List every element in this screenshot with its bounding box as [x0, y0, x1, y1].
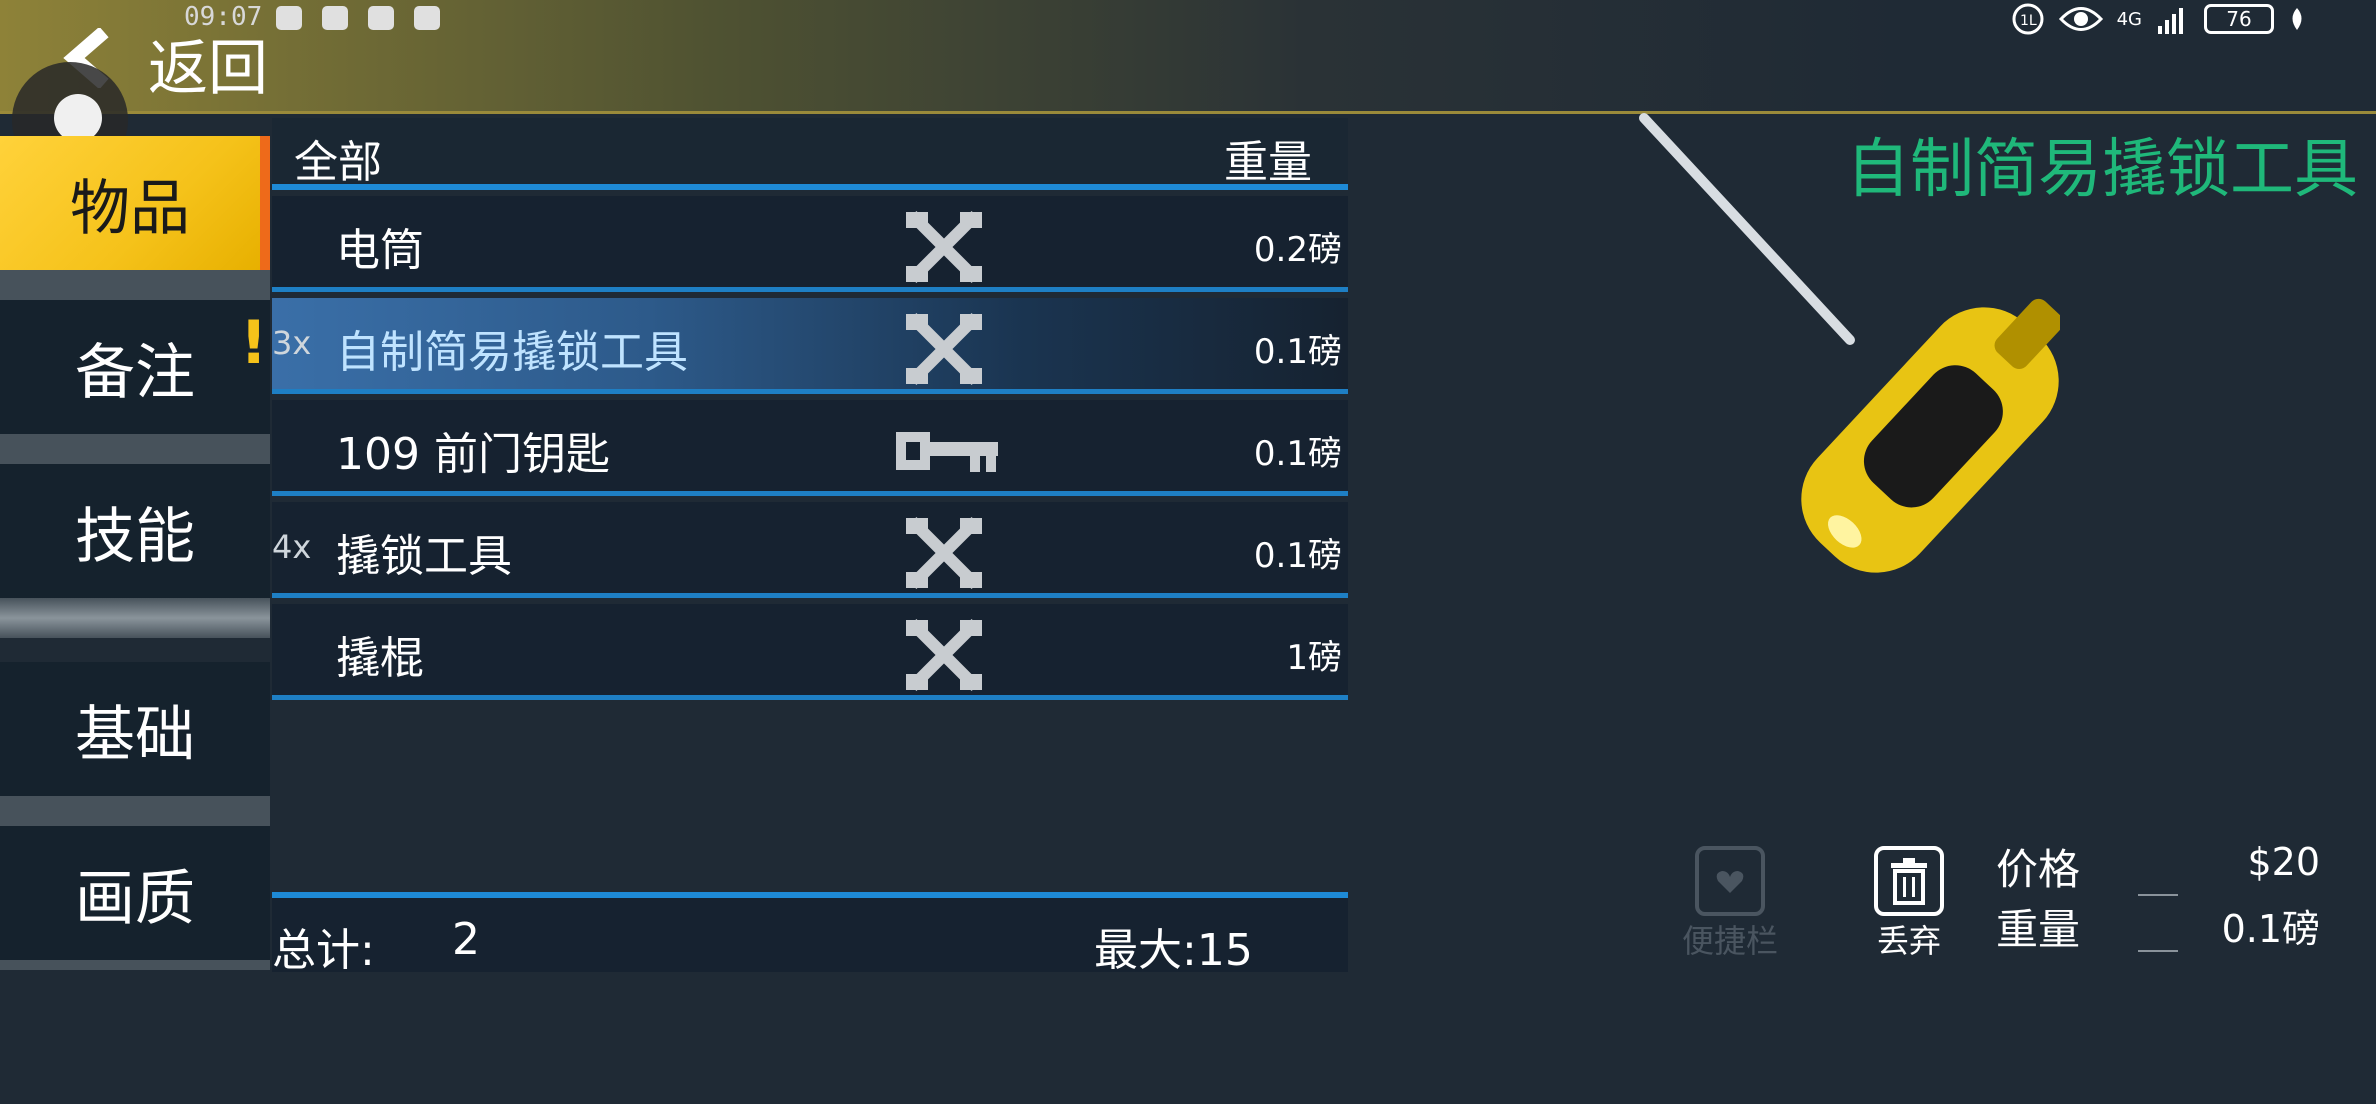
inventory-row[interactable]: 撬棍 1磅: [272, 604, 1348, 700]
list-header: 全部 重量: [272, 118, 1348, 190]
divider: [0, 434, 270, 464]
tools-icon: [906, 618, 982, 692]
discard-label: 丢弃: [1876, 922, 1941, 960]
divider: [2138, 950, 2178, 952]
weight-value: 0.1磅: [2221, 907, 2320, 951]
item-weight: 0.2磅: [1253, 230, 1342, 270]
divider: [2138, 894, 2178, 896]
sidebar-item-notes[interactable]: 备注 !: [0, 300, 270, 434]
notification-icon: [368, 6, 394, 30]
tools-icon: [906, 516, 982, 590]
hotbar-icon: [1695, 846, 1765, 916]
signal-icon: [2158, 8, 2183, 34]
item-weight: 0.1磅: [1253, 332, 1342, 372]
hd-call-icon: 1L: [2012, 3, 2044, 35]
battery-indicator: 76: [2204, 4, 2274, 34]
item-name: 撬棍: [336, 633, 424, 684]
divider: [0, 796, 270, 826]
discard-button[interactable]: 丢弃: [1874, 846, 1944, 962]
weight-label: 重量: [1996, 905, 2081, 954]
trash-icon: [1874, 846, 1944, 916]
notification-icon: [322, 6, 348, 30]
item-name: 撬锁工具: [336, 531, 512, 582]
item-quantity: 3x: [272, 324, 312, 362]
inventory-footer: 总计: 2 最大:15: [272, 892, 1348, 976]
sidebar-item-label: 物品: [70, 173, 190, 244]
item-weight: 0.1磅: [1253, 536, 1342, 576]
sidebar-item-skills[interactable]: 技能: [0, 464, 270, 598]
screwdriver-image: [1639, 113, 2060, 573]
svg-text:1L: 1L: [2020, 13, 2037, 29]
alert-icon: !: [240, 308, 268, 378]
status-icons: 1L 4G 76: [2011, 2, 2306, 36]
item-quantity: 4x: [272, 528, 312, 566]
eye-icon: [2058, 7, 2103, 31]
filter-all-button[interactable]: 全部: [294, 126, 382, 190]
item-name: 自制简易撬锁工具: [336, 327, 688, 378]
divider: [0, 270, 270, 300]
inventory-panel: 全部 重量 电筒 0.2磅 3x 自制简易撬锁工具 0.1磅 109 前门钥匙 …: [272, 118, 1348, 976]
inventory-row[interactable]: 4x 撬锁工具 0.1磅: [272, 502, 1348, 598]
sidebar-item-label: 基础: [75, 699, 195, 770]
price-value: $20: [2247, 840, 2320, 884]
divider: [0, 960, 270, 970]
hotbar-button[interactable]: 便捷栏: [1682, 846, 1778, 962]
sidebar-item-items[interactable]: 物品: [0, 136, 270, 270]
sidebar-item-basics[interactable]: 基础: [0, 662, 270, 796]
total-label: 总计:: [272, 925, 375, 976]
sidebar-item-label: 画质: [75, 863, 195, 934]
item-weight: 0.1磅: [1253, 434, 1342, 474]
inventory-row[interactable]: 109 前门钥匙 0.1磅: [272, 400, 1348, 496]
price-label: 价格: [1996, 845, 2081, 894]
key-icon: [896, 432, 998, 472]
sidebar-item-label: 备注: [75, 337, 195, 408]
notification-icon: [414, 6, 440, 30]
inventory-row-selected[interactable]: 3x 自制简易撬锁工具 0.1磅: [272, 298, 1348, 394]
top-bar: 09:07 1L 4G 76 返回: [0, 0, 2376, 114]
total-value: 2: [452, 914, 480, 965]
item-weight: 1磅: [1286, 638, 1342, 678]
item-name: 109 前门钥匙: [336, 429, 610, 480]
hotbar-label: 便捷栏: [1682, 922, 1779, 960]
tools-icon: [906, 312, 982, 386]
sort-weight-button[interactable]: 重量: [1224, 126, 1312, 190]
network-label: 4G: [2116, 8, 2142, 30]
max-capacity: 最大:15: [1094, 925, 1253, 976]
notification-icon: [276, 6, 302, 30]
leaf-icon: [2292, 8, 2302, 30]
tools-icon: [906, 210, 982, 284]
inventory-row[interactable]: 电筒 0.2磅: [272, 196, 1348, 292]
item-name: 电筒: [336, 225, 424, 276]
sidebar-item-label: 技能: [75, 501, 195, 572]
back-button[interactable]: 返回: [148, 20, 268, 107]
sidebar-item-graphics[interactable]: 画质: [0, 826, 270, 960]
divider: [0, 598, 270, 638]
